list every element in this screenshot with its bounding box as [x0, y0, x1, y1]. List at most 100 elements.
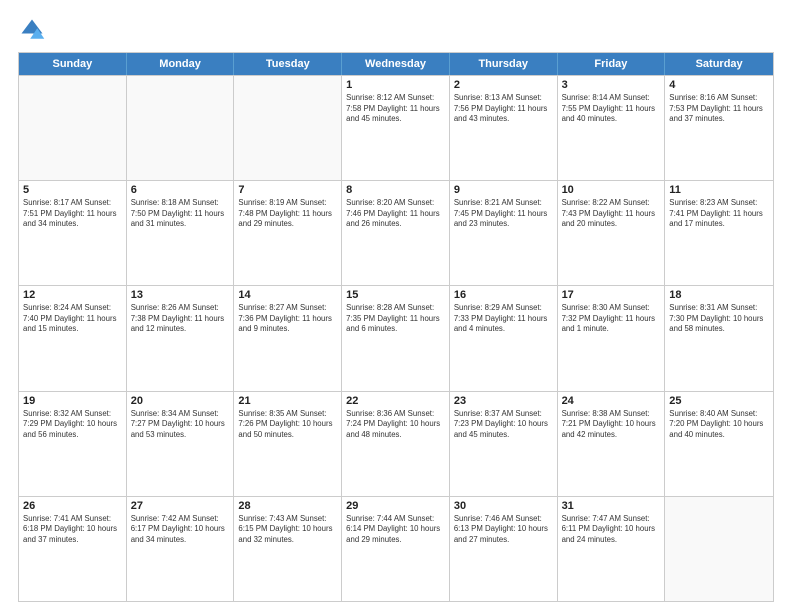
day-cell-19: 19 Sunrise: 8:32 AM Sunset: 7:29 PM Dayli… [19, 392, 127, 496]
header-day-monday: Monday [127, 53, 235, 75]
day-cell-9: 9Sunrise: 8:21 AM Sunset: 7:45 PM Daylig… [450, 181, 558, 285]
cell-info: Sunrise: 8:34 AM Sunset: 7:27 PM Dayligh… [131, 409, 230, 441]
week-row-2: 5 Sunrise: 8:17 AM Sunset: 7:51 PM Daylig… [19, 180, 773, 285]
day-cell-20: 20 Sunrise: 8:34 AM Sunset: 7:27 PM Dayli… [127, 392, 235, 496]
cell-info: Sunrise: 8:31 AM Sunset: 7:30 PM Dayligh… [669, 303, 769, 335]
calendar: SundayMondayTuesdayWednesdayThursdayFrid… [18, 52, 774, 602]
header-day-wednesday: Wednesday [342, 53, 450, 75]
cell-info: Sunrise: 8:23 AM Sunset: 7:41 PM Dayligh… [669, 198, 769, 230]
cell-info: Sunrise: 8:38 AM Sunset: 7:21 PM Dayligh… [562, 409, 661, 441]
day-number: 16 [454, 289, 553, 301]
day-cell-1: 1 Sunrise: 8:12 AM Sunset: 7:58 PM Daylig… [342, 76, 450, 180]
empty-cell [665, 497, 773, 601]
header [18, 16, 774, 44]
cell-info: Sunrise: 7:47 AM Sunset: 6:11 PM Dayligh… [562, 514, 661, 546]
cell-info: Sunrise: 8:20 AM Sunset: 7:46 PM Dayligh… [346, 198, 445, 230]
calendar-header: SundayMondayTuesdayWednesdayThursdayFrid… [19, 53, 773, 75]
week-row-4: 19 Sunrise: 8:32 AM Sunset: 7:29 PM Dayli… [19, 391, 773, 496]
cell-info: Sunrise: 8:36 AM Sunset: 7:24 PM Dayligh… [346, 409, 445, 441]
cell-info: Sunrise: 7:41 AM Sunset: 6:18 PM Dayligh… [23, 514, 122, 546]
day-cell-31: 31 Sunrise: 7:47 AM Sunset: 6:11 PM Dayli… [558, 497, 666, 601]
logo-icon [18, 16, 46, 44]
header-day-tuesday: Tuesday [234, 53, 342, 75]
empty-cell [127, 76, 235, 180]
day-number: 23 [454, 395, 553, 407]
day-number: 10 [562, 184, 661, 196]
cell-info: Sunrise: 7:43 AM Sunset: 6:15 PM Dayligh… [238, 514, 337, 546]
header-day-friday: Friday [558, 53, 666, 75]
day-cell-10: 10 Sunrise: 8:22 AM Sunset: 7:43 PM Dayli… [558, 181, 666, 285]
week-row-5: 26Sunrise: 7:41 AM Sunset: 6:18 PM Dayli… [19, 496, 773, 601]
day-cell-4: 4 Sunrise: 8:16 AM Sunset: 7:53 PM Daylig… [665, 76, 773, 180]
day-cell-5: 5 Sunrise: 8:17 AM Sunset: 7:51 PM Daylig… [19, 181, 127, 285]
day-number: 9 [454, 184, 553, 196]
day-number: 22 [346, 395, 445, 407]
day-number: 24 [562, 395, 661, 407]
day-cell-27: 27Sunrise: 7:42 AM Sunset: 6:17 PM Dayli… [127, 497, 235, 601]
day-number: 19 [23, 395, 122, 407]
day-cell-22: 22 Sunrise: 8:36 AM Sunset: 7:24 PM Dayli… [342, 392, 450, 496]
day-number: 6 [131, 184, 230, 196]
day-number: 17 [562, 289, 661, 301]
cell-info: Sunrise: 8:12 AM Sunset: 7:58 PM Dayligh… [346, 93, 445, 125]
day-cell-6: 6Sunrise: 8:18 AM Sunset: 7:50 PM Daylig… [127, 181, 235, 285]
cell-info: Sunrise: 8:35 AM Sunset: 7:26 PM Dayligh… [238, 409, 337, 441]
cell-info: Sunrise: 8:32 AM Sunset: 7:29 PM Dayligh… [23, 409, 122, 441]
day-number: 5 [23, 184, 122, 196]
cell-info: Sunrise: 8:37 AM Sunset: 7:23 PM Dayligh… [454, 409, 553, 441]
cell-info: Sunrise: 8:30 AM Sunset: 7:32 PM Dayligh… [562, 303, 661, 335]
day-number: 8 [346, 184, 445, 196]
day-number: 21 [238, 395, 337, 407]
day-cell-16: 16 Sunrise: 8:29 AM Sunset: 7:33 PM Dayli… [450, 286, 558, 390]
day-cell-24: 24 Sunrise: 8:38 AM Sunset: 7:21 PM Dayli… [558, 392, 666, 496]
day-number: 1 [346, 79, 445, 91]
page: SundayMondayTuesdayWednesdayThursdayFrid… [0, 0, 792, 612]
day-number: 7 [238, 184, 337, 196]
cell-info: Sunrise: 8:16 AM Sunset: 7:53 PM Dayligh… [669, 93, 769, 125]
day-number: 31 [562, 500, 661, 512]
day-cell-21: 21 Sunrise: 8:35 AM Sunset: 7:26 PM Dayli… [234, 392, 342, 496]
day-number: 20 [131, 395, 230, 407]
day-cell-12: 12 Sunrise: 8:24 AM Sunset: 7:40 PM Dayli… [19, 286, 127, 390]
cell-info: Sunrise: 8:24 AM Sunset: 7:40 PM Dayligh… [23, 303, 122, 335]
cell-info: Sunrise: 8:40 AM Sunset: 7:20 PM Dayligh… [669, 409, 769, 441]
day-number: 25 [669, 395, 769, 407]
week-row-1: 1 Sunrise: 8:12 AM Sunset: 7:58 PM Daylig… [19, 75, 773, 180]
day-number: 3 [562, 79, 661, 91]
cell-info: Sunrise: 8:17 AM Sunset: 7:51 PM Dayligh… [23, 198, 122, 230]
header-day-saturday: Saturday [665, 53, 773, 75]
day-number: 2 [454, 79, 553, 91]
cell-info: Sunrise: 7:42 AM Sunset: 6:17 PM Dayligh… [131, 514, 230, 546]
day-number: 28 [238, 500, 337, 512]
day-number: 13 [131, 289, 230, 301]
day-cell-2: 2 Sunrise: 8:13 AM Sunset: 7:56 PM Daylig… [450, 76, 558, 180]
logo [18, 16, 50, 44]
day-number: 14 [238, 289, 337, 301]
cell-info: Sunrise: 8:22 AM Sunset: 7:43 PM Dayligh… [562, 198, 661, 230]
day-cell-14: 14 Sunrise: 8:27 AM Sunset: 7:36 PM Dayli… [234, 286, 342, 390]
cell-info: Sunrise: 8:27 AM Sunset: 7:36 PM Dayligh… [238, 303, 337, 335]
day-number: 12 [23, 289, 122, 301]
header-day-sunday: Sunday [19, 53, 127, 75]
day-number: 29 [346, 500, 445, 512]
cell-info: Sunrise: 8:29 AM Sunset: 7:33 PM Dayligh… [454, 303, 553, 335]
cell-info: Sunrise: 8:19 AM Sunset: 7:48 PM Dayligh… [238, 198, 337, 230]
day-number: 18 [669, 289, 769, 301]
day-cell-18: 18 Sunrise: 8:31 AM Sunset: 7:30 PM Dayli… [665, 286, 773, 390]
day-number: 4 [669, 79, 769, 91]
cell-info: Sunrise: 8:13 AM Sunset: 7:56 PM Dayligh… [454, 93, 553, 125]
day-cell-30: 30 Sunrise: 7:46 AM Sunset: 6:13 PM Dayli… [450, 497, 558, 601]
cell-info: Sunrise: 8:26 AM Sunset: 7:38 PM Dayligh… [131, 303, 230, 335]
empty-cell [234, 76, 342, 180]
day-cell-3: 3 Sunrise: 8:14 AM Sunset: 7:55 PM Daylig… [558, 76, 666, 180]
day-number: 30 [454, 500, 553, 512]
day-cell-23: 23 Sunrise: 8:37 AM Sunset: 7:23 PM Dayli… [450, 392, 558, 496]
cell-info: Sunrise: 7:46 AM Sunset: 6:13 PM Dayligh… [454, 514, 553, 546]
cell-info: Sunrise: 8:14 AM Sunset: 7:55 PM Dayligh… [562, 93, 661, 125]
header-day-thursday: Thursday [450, 53, 558, 75]
empty-cell [19, 76, 127, 180]
day-cell-28: 28 Sunrise: 7:43 AM Sunset: 6:15 PM Dayli… [234, 497, 342, 601]
day-cell-17: 17 Sunrise: 8:30 AM Sunset: 7:32 PM Dayli… [558, 286, 666, 390]
day-cell-26: 26Sunrise: 7:41 AM Sunset: 6:18 PM Dayli… [19, 497, 127, 601]
cell-info: Sunrise: 8:28 AM Sunset: 7:35 PM Dayligh… [346, 303, 445, 335]
